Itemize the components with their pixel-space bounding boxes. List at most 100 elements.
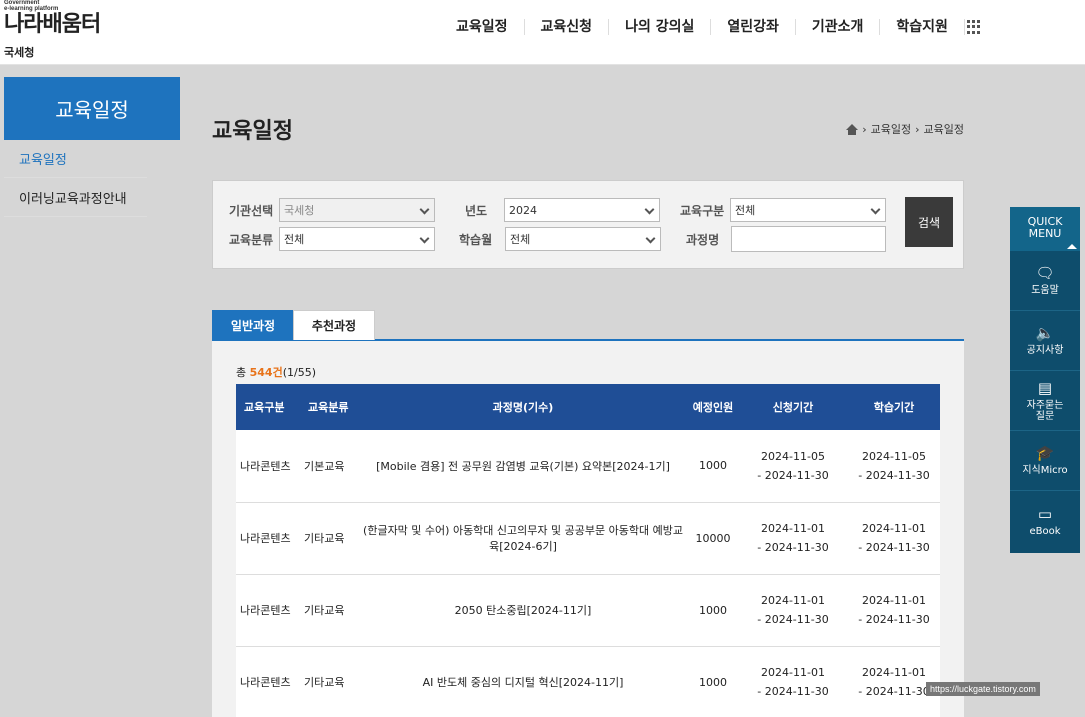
apply-start: 2024-11-05 <box>761 449 825 463</box>
course-name-input[interactable] <box>731 226 886 252</box>
quick-micro[interactable]: 🎓 지식Micro <box>1010 431 1080 491</box>
cell-study-period: 2024-11-05 - 2024-11-30 <box>848 430 940 502</box>
study-end: - 2024-11-30 <box>858 468 930 482</box>
cell-capacity: 1000 <box>699 603 727 617</box>
cell-category: 기타교육 <box>304 676 345 689</box>
quick-ebook[interactable]: ▭ eBook <box>1010 491 1080 551</box>
tab-recommended[interactable]: 추천과정 <box>293 310 375 340</box>
study-start: 2024-11-05 <box>862 449 926 463</box>
apply-start: 2024-11-01 <box>761 522 825 535</box>
table-row[interactable]: 나라콘텐츠 기타교육 AI 반도체 중심의 디지털 혁신[2024-11기] 1000… <box>236 646 940 717</box>
apply-end: - 2024-11-30 <box>757 468 829 482</box>
quick-menu: QUICK MENU 🗨 도움말 🔈 공지사항 ▤ 자주묻는 질문 🎓 지식Mi… <box>1010 207 1080 553</box>
collapse-icon <box>1067 244 1077 249</box>
cell-type: 나라콘텐츠 <box>240 459 291 473</box>
quick-title-2: MENU <box>1028 227 1062 240</box>
cell-study-period: 2024-11-01 - 2024-11-30 <box>848 574 940 646</box>
all-menu-icon[interactable] <box>966 20 981 34</box>
site-logo[interactable]: Government e-learning platform 나라배움터 국세청 <box>4 0 101 60</box>
quick-help-label: 도움말 <box>1031 285 1059 296</box>
table-header-row: 교육구분 교육분류 과정명(기수) 예정인원 신청기간 학습기간 <box>236 384 940 430</box>
quick-micro-label: 지식Micro <box>1022 465 1068 476</box>
cell-apply-period: 2024-11-01 - 2024-11-30 <box>738 574 848 646</box>
study-end: - 2024-11-30 <box>858 541 930 554</box>
search-button[interactable]: 검색 <box>905 197 953 247</box>
cell-capacity: 1000 <box>699 459 727 473</box>
gnb-item-about[interactable]: 기관소개 <box>796 19 881 35</box>
month-label: 학습월 <box>459 233 493 247</box>
col-header: 교육분류 <box>308 401 349 414</box>
cell-course-name[interactable]: (한글자막 및 수어) 아동학대 신고의무자 및 공공부문 아동학대 예방교육[… <box>358 502 688 574</box>
year-select[interactable]: 2024 <box>504 198 660 222</box>
category-label: 교육분류 <box>229 233 274 247</box>
cell-apply-period: 2024-11-01 - 2024-11-30 <box>738 646 848 717</box>
quick-menu-toggle[interactable]: QUICK MENU <box>1010 207 1080 251</box>
month-select[interactable]: 전체 <box>505 227 661 251</box>
col-header: 신청기간 <box>772 401 814 414</box>
watermark: https://luckgate.tistory.com <box>926 682 1040 696</box>
chevron-down-icon <box>644 204 655 215</box>
year-select-value: 2024 <box>509 203 537 217</box>
gnb-item-apply[interactable]: 교육신청 <box>525 19 610 35</box>
logo-org: 국세청 <box>4 46 35 59</box>
total-pages: (1/55) <box>282 366 317 379</box>
gnb-item-my-classroom[interactable]: 나의 강의실 <box>609 19 712 35</box>
org-select[interactable]: 국세청 <box>279 198 435 222</box>
type-label: 교육구분 <box>680 204 725 218</box>
quick-notice-label: 공지사항 <box>1026 345 1064 356</box>
lnb-item-elearning-guide[interactable]: 이러닝교육과정안내 <box>4 179 147 217</box>
search-panel: 기관선택 국세청 교육분류 전체 년도 2024 학습월 전체 교육구분 전체 … <box>212 180 964 269</box>
gnb-item-schedule[interactable]: 교육일정 <box>440 19 525 35</box>
cell-apply-period: 2024-11-05 - 2024-11-30 <box>738 430 848 502</box>
cell-type: 나라콘텐츠 <box>240 676 291 689</box>
gnb-item-open-lecture[interactable]: 열린강좌 <box>711 19 796 35</box>
type-select-value: 전체 <box>735 204 756 217</box>
course-table: 교육구분 교육분류 과정명(기수) 예정인원 신청기간 학습기간 나라콘텐츠 기본… <box>236 384 940 717</box>
breadcrumb-item[interactable]: 교육일정 <box>871 121 911 137</box>
quick-help[interactable]: 🗨 도움말 <box>1010 251 1080 311</box>
apply-end: - 2024-11-30 <box>757 685 829 698</box>
cell-type: 나라콘텐츠 <box>240 532 291 545</box>
quick-faq[interactable]: ▤ 자주묻는 질문 <box>1010 371 1080 431</box>
table-row[interactable]: 나라콘텐츠 기본교육 [Mobile 겸용] 전 공무원 감염병 교육(기본) 요약… <box>236 430 940 502</box>
apply-end: - 2024-11-30 <box>757 613 829 626</box>
apply-end: - 2024-11-30 <box>757 541 829 554</box>
org-select-value: 국세청 <box>284 204 315 217</box>
course-label: 과정명 <box>686 233 720 247</box>
quick-ebook-label: eBook <box>1029 525 1061 537</box>
type-select[interactable]: 전체 <box>730 198 886 222</box>
home-icon[interactable] <box>846 123 859 135</box>
breadcrumb-sep-icon: › <box>915 122 920 136</box>
col-header: 과정명(기수) <box>492 401 554 414</box>
cell-course-name[interactable]: [Mobile 겸용] 전 공무원 감염병 교육(기본) 요약본[2024-1기… <box>358 430 688 502</box>
total-prefix: 총 <box>236 366 250 379</box>
cell-course-name[interactable]: AI 반도체 중심의 디지털 혁신[2024-11기] <box>358 646 688 717</box>
study-end: - 2024-11-30 <box>858 613 930 626</box>
page-title: 교육일정 <box>212 119 293 144</box>
category-select[interactable]: 전체 <box>279 227 435 251</box>
table-row[interactable]: 나라콘텐츠 기타교육 (한글자막 및 수어) 아동학대 신고의무자 및 공공부문 아… <box>236 502 940 574</box>
tab-general[interactable]: 일반과정 <box>212 310 294 340</box>
study-start: 2024-11-01 <box>862 594 926 607</box>
gnb-item-support[interactable]: 학습지원 <box>880 19 965 35</box>
quick-faq-label: 자주묻는 질문 <box>1026 399 1064 422</box>
course-tabs: 일반과정 추천과정 <box>212 310 964 341</box>
breadcrumb-item[interactable]: 교육일정 <box>924 121 964 137</box>
lnb-item-schedule[interactable]: 교육일정 <box>4 140 147 178</box>
col-header: 교육구분 <box>244 401 285 414</box>
col-header: 학습기간 <box>873 401 915 414</box>
speaker-icon: 🔈 <box>1035 324 1055 342</box>
study-start: 2024-11-01 <box>862 522 926 535</box>
table-row[interactable]: 나라콘텐츠 기타교육 2050 탄소중립[2024-11기] 1000 2024-11-… <box>236 574 940 646</box>
cell-course-name[interactable]: 2050 탄소중립[2024-11기] <box>358 574 688 646</box>
chevron-down-icon <box>419 233 430 244</box>
study-start: 2024-11-01 <box>862 666 926 679</box>
breadcrumb-sep-icon: › <box>862 122 867 136</box>
quick-notice[interactable]: 🔈 공지사항 <box>1010 311 1080 371</box>
cell-capacity: 1000 <box>699 675 727 689</box>
chevron-down-icon <box>419 204 430 215</box>
lnb-title: 교육일정 <box>4 77 180 140</box>
chevron-down-icon <box>870 204 881 215</box>
col-header: 예정인원 <box>692 401 734 414</box>
cell-type: 나라콘텐츠 <box>240 604 291 617</box>
